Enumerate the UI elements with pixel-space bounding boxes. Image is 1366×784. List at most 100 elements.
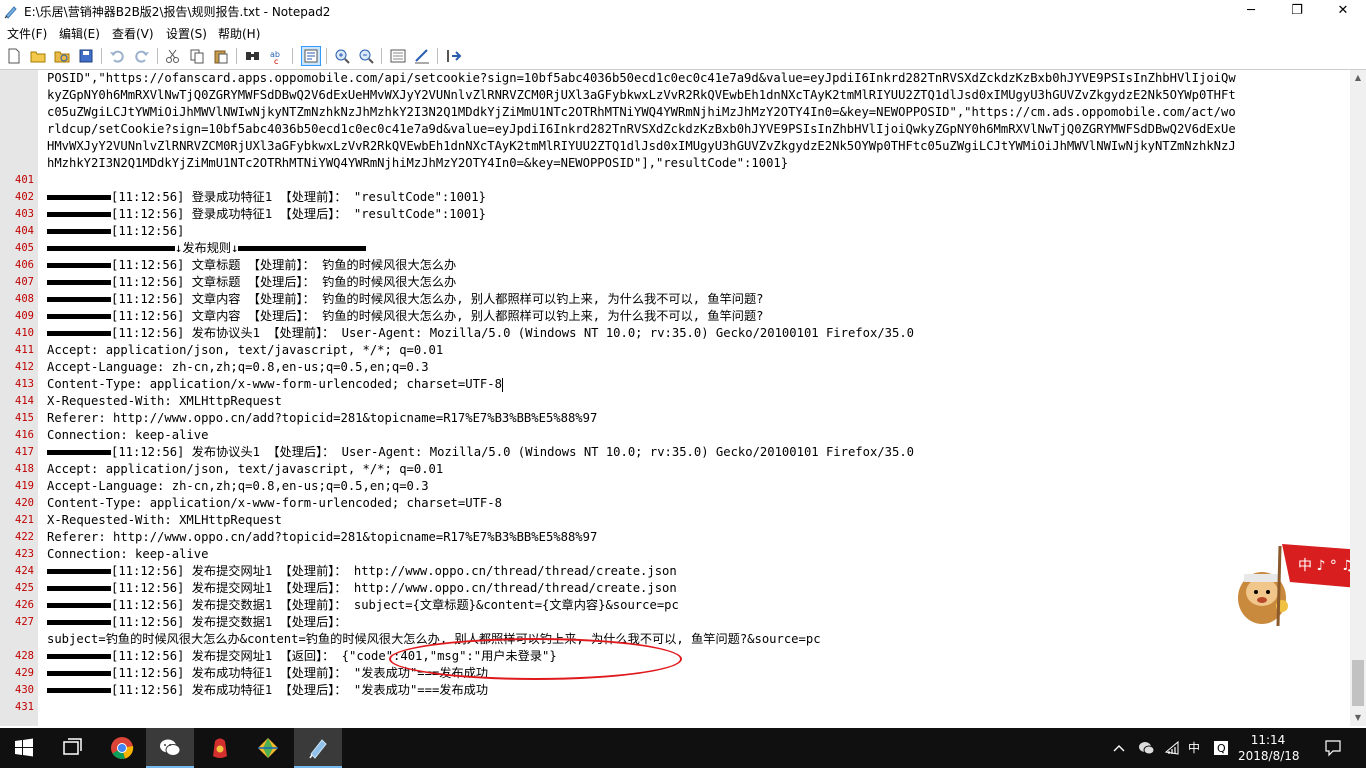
text-line[interactable]: 429 [11:12:56] 发布成功特征1 【处理前】： "发表成功"===发布… [0,665,1350,682]
text-line[interactable]: 418 Accept: application/json, text/javasc… [0,461,1350,478]
line-number: 430 [15,684,34,696]
text-line[interactable]: 408 [11:12:56] 文章内容 【处理前】： 钓鱼的时候风很大怎么办, 别… [0,291,1350,308]
zoom-in-icon[interactable] [333,47,351,65]
text-line[interactable]: 426 [11:12:56] 发布提交数据1 【处理前】： subject={文章… [0,597,1350,614]
scheme-icon[interactable] [389,47,407,65]
text-line[interactable]: kyZGpNY0h6MmRXVlNwTjQ0ZGRYMWFSdDBwQ2V6dE… [0,87,1350,104]
text-line[interactable]: POSID","https://ofanscard.apps.oppomobil… [0,70,1350,87]
text-line[interactable]: 415 Referer: http://www.oppo.cn/add?topic… [0,410,1350,427]
text-line[interactable]: 402 [11:12:56] 登录成功特征1 【处理前】： "resultCode… [0,189,1350,206]
text-line[interactable]: HMvWXJyY2VUNnlvZlRNRVZCM0RjUXl3aGFybkwxL… [0,138,1350,155]
text-line[interactable]: 409 [11:12:56] 文章内容 【处理后】： 钓鱼的时候风很大怎么办, 别… [0,308,1350,325]
text-line[interactable]: 404 [11:12:56] [0,223,1350,240]
menu-settings[interactable]: 设置(S) [166,25,207,42]
line-content: Accept-Language: zh-cn,zh;q=0.8,en-us;q=… [47,479,429,493]
text-line[interactable]: c05uZWgiLCJtYWMiOiJhMWVlNWIwNjkyNTZmNzhk… [0,104,1350,121]
replace-icon[interactable]: ab c [268,47,286,65]
text-line[interactable]: 410 [11:12:56] 发布协议头1 【处理前】： User-Agent: … [0,325,1350,342]
text-line[interactable]: 424 [11:12:56] 发布提交网址1 【处理前】： http://www.… [0,563,1350,580]
redo-icon[interactable] [133,47,151,65]
text-line[interactable]: 431 [0,699,1350,716]
red-envelope-app-icon[interactable] [196,728,244,768]
text-line[interactable]: 411 Accept: application/json, text/javasc… [0,342,1350,359]
ime-indicator[interactable]: 中 [1188,728,1200,768]
wifi-icon[interactable] [1163,728,1181,768]
text-line[interactable]: 403 [11:12:56] 登录成功特征1 【处理后】： "resultCode… [0,206,1350,223]
text-content[interactable]: POSID","https://ofanscard.apps.oppomobil… [0,70,1350,716]
scroll-up-arrow-icon[interactable]: ▲ [1350,70,1366,86]
clock[interactable]: 11:14 2018/8/18 [1238,732,1300,764]
svg-text:中 ♪ ° ♫: 中 ♪ ° ♫ [1298,558,1354,574]
word-wrap-icon[interactable] [301,46,321,66]
menu-file[interactable]: 文件(F) [7,25,47,42]
menu-bar: 文件(F) 编辑(E) 查看(V) 设置(S) 帮助(H) [0,22,1366,42]
text-line[interactable]: hMzhkY2I3N2Q1MDdkYjZiMmU1NTc2OTRhMTNiYWQ… [0,155,1350,172]
ime-mode-icon[interactable]: Q [1213,728,1229,768]
text-line[interactable]: 413 Content-Type: application/x-www-form-… [0,376,1350,393]
text-line[interactable]: 405 ↓发布规则↓ [0,240,1350,257]
line-text: [11:12:56] 发布提交网址1 【处理前】： http://www.opp… [47,563,677,580]
clock-time: 11:14 [1250,733,1286,747]
find-icon[interactable] [244,47,262,65]
text-line[interactable]: 406 [11:12:56] 文章标题 【处理前】： 钓鱼的时候风很大怎么办 [0,257,1350,274]
text-line[interactable]: 401 [0,172,1350,189]
text-line[interactable]: 427 [11:12:56] 发布提交数据1 【处理后】： [0,614,1350,631]
copy-icon[interactable] [188,47,206,65]
save-icon[interactable] [77,47,95,65]
line-content: X-Requested-With: XMLHttpRequest [47,513,282,527]
show-hidden-icons-icon[interactable] [1112,728,1126,768]
menu-view[interactable]: 查看(V) [112,25,154,42]
sketch-app-icon[interactable] [244,728,292,768]
task-view-icon[interactable] [48,728,96,768]
line-text: [11:12:56] 发布协议头1 【处理前】： User-Agent: Moz… [47,325,914,342]
text-line[interactable]: rldcup/setCookie?sign=10bf5abc4036b50ecd… [0,121,1350,138]
line-text: [11:12:56] 文章标题 【处理前】： 钓鱼的时候风很大怎么办 [47,257,456,274]
text-line[interactable]: 423 Connection: keep-alive [0,546,1350,563]
text-line[interactable]: 430 [11:12:56] 发布成功特征1 【处理后】： "发表成功"===发布… [0,682,1350,699]
vertical-scrollbar[interactable]: ▲ ▼ [1350,70,1366,726]
maximize-button[interactable]: ❐ [1274,0,1320,22]
text-line[interactable]: 422 Referer: http://www.oppo.cn/add?topic… [0,529,1350,546]
line-number: 418 [15,463,34,475]
text-line[interactable]: 417 [11:12:56] 发布协议头1 【处理后】： User-Agent: … [0,444,1350,461]
redacted-bar [47,229,111,234]
text-line[interactable]: 407 [11:12:56] 文章标题 【处理后】： 钓鱼的时候风很大怎么办 [0,274,1350,291]
browse-icon[interactable] [53,47,71,65]
text-line[interactable]: 425 [11:12:56] 发布提交网址1 【处理后】： http://www.… [0,580,1350,597]
paste-icon[interactable] [212,47,230,65]
text-line[interactable]: subject=钓鱼的时候风很大怎么办&content=钓鱼的时候风很大怎么办,… [0,631,1350,648]
zoom-out-icon[interactable] [357,47,375,65]
open-icon[interactable] [29,47,47,65]
wechat-tray-icon[interactable] [1137,728,1155,768]
line-text: Connection: keep-alive [47,427,208,444]
line-number: 427 [15,616,34,628]
text-line[interactable]: 416 Connection: keep-alive [0,427,1350,444]
text-line[interactable]: 421 X-Requested-With: XMLHttpRequest [0,512,1350,529]
new-file-icon[interactable] [5,47,23,65]
menu-help[interactable]: 帮助(H) [218,25,260,42]
scrollbar-thumb[interactable] [1352,660,1364,706]
redacted-bar [47,450,111,455]
minimize-button[interactable]: ─ [1228,0,1274,22]
scroll-down-arrow-icon[interactable]: ▼ [1350,710,1366,726]
undo-icon[interactable] [108,47,126,65]
wechat-icon[interactable] [146,728,194,768]
toolbar-separator [292,48,293,64]
cut-icon[interactable] [164,47,182,65]
action-center-icon[interactable] [1324,728,1342,768]
menu-edit[interactable]: 编辑(E) [59,25,100,42]
line-number: 422 [15,531,34,543]
customize-icon[interactable] [413,47,431,65]
text-line[interactable]: 412 Accept-Language: zh-cn,zh;q=0.8,en-us… [0,359,1350,376]
windows-start-icon[interactable] [0,728,48,768]
editor-area[interactable]: POSID","https://ofanscard.apps.oppomobil… [0,70,1350,726]
text-line[interactable]: 419 Accept-Language: zh-cn,zh;q=0.8,en-us… [0,478,1350,495]
line-content: [11:12:56] 登录成功特征1 【处理前】： "resultCode":1… [111,190,486,204]
line-text: Content-Type: application/x-www-form-url… [47,495,502,512]
chrome-icon[interactable] [98,728,146,768]
close-button[interactable]: ✕ [1320,0,1366,22]
exit-icon[interactable] [444,47,462,65]
notepad2-icon[interactable] [294,728,342,768]
text-line[interactable]: 420 Content-Type: application/x-www-form-… [0,495,1350,512]
text-line[interactable]: 414 X-Requested-With: XMLHttpRequest [0,393,1350,410]
